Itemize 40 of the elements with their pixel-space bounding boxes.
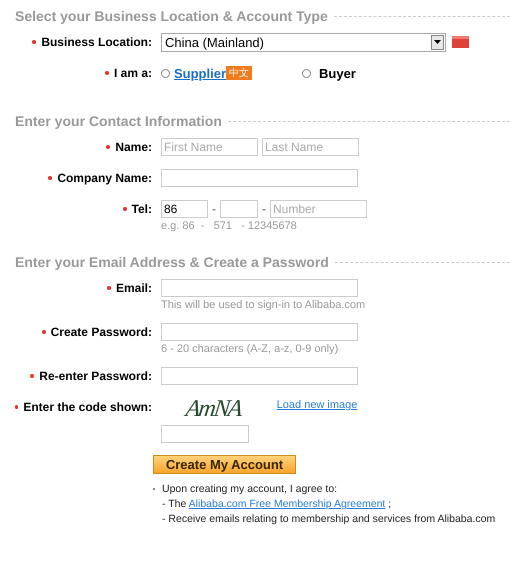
field-label: Name:	[115, 140, 152, 154]
separator: -	[212, 202, 216, 216]
input-field[interactable]	[161, 323, 358, 341]
field-hint: e.g. 86 - 571 - 12345678	[161, 220, 298, 232]
radio-label[interactable]: Buyer	[319, 66, 356, 80]
agreement-link[interactable]: Alibaba.com Free Membership Agreement	[188, 498, 386, 510]
section-heading: Select your Business Location & Account Type	[15, 8, 328, 24]
captcha-field[interactable]	[161, 425, 249, 443]
section-heading: Enter your Contact Information	[15, 113, 222, 129]
field-label: I am a:	[114, 66, 152, 80]
input-field[interactable]	[220, 200, 258, 218]
field-label: Business Location:	[41, 35, 152, 49]
agreement-text: Upon creating my account, I agree to:	[162, 483, 338, 495]
supplier-link[interactable]: Supplier	[174, 66, 226, 80]
input-field[interactable]: Last Name	[262, 138, 359, 156]
field-hint: 6 - 20 characters (A-Z, a-z, 0-9 only)	[161, 343, 340, 355]
field-label: Tel:	[132, 202, 152, 216]
radio-button[interactable]	[302, 68, 312, 78]
agreement-text: - The Alibaba.com Free Membership Agreement ;	[162, 498, 392, 510]
field-label: Email:	[116, 281, 152, 295]
field-label: Re-enter Password:	[39, 369, 152, 383]
field-label: Enter the code shown:	[23, 400, 152, 414]
separator: -	[262, 202, 266, 216]
input-field[interactable]	[161, 169, 358, 187]
reload-link[interactable]: Load new image	[276, 399, 358, 411]
input-field[interactable]: First Name	[161, 138, 258, 156]
section-heading: Enter your Email Address & Create a Password	[15, 254, 329, 270]
location-dropdown[interactable]: China (Mainland)	[161, 32, 446, 52]
agreement-text: - Receive emails relating to membership and services from Alibaba.com	[162, 513, 496, 525]
captcha-image: AmNA	[184, 397, 242, 421]
input-field[interactable]	[161, 279, 358, 297]
input-field[interactable]	[161, 367, 358, 385]
input-field[interactable]: Number	[270, 200, 367, 218]
field-label: Create Password:	[50, 325, 152, 339]
input-field[interactable]: 86	[161, 200, 208, 218]
field-hint: This will be used to sign-in to Alibaba.com	[161, 299, 366, 311]
flag-icon	[452, 36, 469, 48]
create-account-button[interactable]: Create My Account	[153, 455, 296, 474]
field-label: Company Name:	[57, 171, 152, 185]
radio-button[interactable]	[161, 68, 170, 78]
